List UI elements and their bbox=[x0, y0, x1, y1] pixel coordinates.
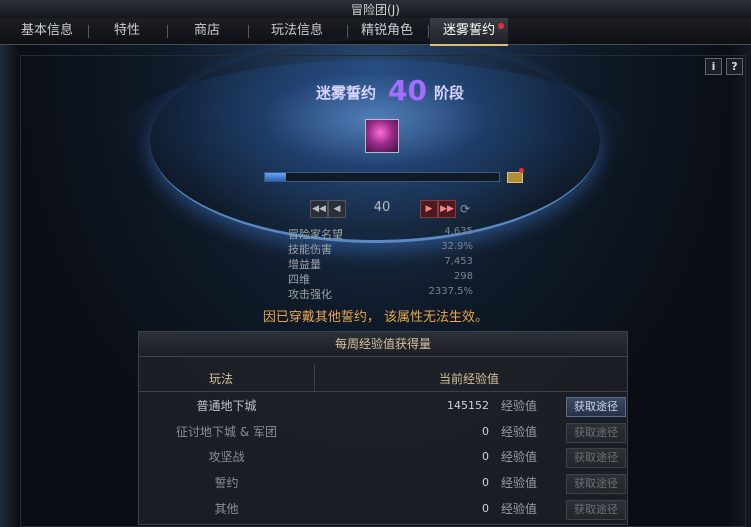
exp-unit: 经验值 bbox=[501, 425, 538, 439]
obtain-route-button[interactable]: 获取途径 bbox=[566, 423, 626, 443]
tab-mist-oath[interactable]: 迷雾誓约 bbox=[430, 18, 508, 46]
exp-unit: 经验值 bbox=[501, 476, 538, 490]
stage-label: 阶段 bbox=[434, 84, 465, 102]
oath-stage-heading: 迷雾誓约 40 阶段 bbox=[300, 74, 480, 108]
exp-value: 0 bbox=[482, 425, 489, 438]
oath-stats: 冒险家名望 4,635 技能伤害 32.9% 增益量 7,453 四维 298 … bbox=[288, 226, 473, 301]
header-divider bbox=[314, 364, 315, 392]
stat-name: 四维 bbox=[288, 273, 310, 286]
tab-traits[interactable]: 特性 bbox=[89, 18, 165, 44]
stat-value: 7,453 bbox=[444, 256, 473, 267]
window-title: 冒险团(J) bbox=[351, 3, 400, 17]
reward-chest-icon[interactable] bbox=[507, 168, 524, 183]
mode-name: 征讨地下城 & 军团 bbox=[176, 425, 277, 439]
table-row: 誓约 0 经验值 获取途径 bbox=[139, 471, 627, 495]
stat-row: 四维 298 bbox=[288, 271, 473, 286]
stat-value: 2337.5% bbox=[428, 286, 474, 297]
left-edge bbox=[0, 45, 18, 527]
info-icon[interactable]: i bbox=[705, 58, 722, 75]
obtain-route-button[interactable]: 获取途径 bbox=[566, 474, 626, 494]
obtain-route-button[interactable]: 获取途径 bbox=[566, 397, 626, 417]
stat-name: 攻击强化 bbox=[288, 288, 332, 301]
next-page-icon[interactable]: ▶ bbox=[420, 200, 438, 218]
adventure-team-window: 冒险团(J) 基本信息 特性 商店 玩法信息 精锐角色 迷雾誓约 i ? 迷雾誓… bbox=[0, 0, 751, 527]
last-page-icon[interactable]: ▶▶ bbox=[438, 200, 456, 218]
tab-shop[interactable]: 商店 bbox=[168, 18, 246, 44]
mode-name: 其他 bbox=[214, 502, 239, 516]
exp-value: 0 bbox=[482, 502, 489, 515]
weekly-exp-panel: 每周经验值获得量 玩法 当前经验值 普通地下城 145152 经验值 获取途径 … bbox=[138, 331, 628, 525]
prev-page-icon[interactable]: ◀ bbox=[328, 200, 346, 218]
stat-row: 冒险家名望 4,635 bbox=[288, 226, 473, 241]
stat-row: 技能伤害 32.9% bbox=[288, 241, 473, 256]
stat-value: 4,635 bbox=[444, 226, 473, 237]
header-underline bbox=[139, 391, 627, 392]
inactive-warning: 因已穿戴其他誓约， 该属性无法生效。 bbox=[262, 310, 489, 325]
exp-unit: 经验值 bbox=[501, 399, 538, 413]
help-icon[interactable]: ? bbox=[726, 58, 743, 75]
tab-mist-oath-label: 迷雾誓约 bbox=[442, 23, 495, 38]
panel-title: 每周经验值获得量 bbox=[139, 332, 627, 357]
obtain-route-button[interactable]: 获取途径 bbox=[566, 448, 626, 468]
exp-unit: 经验值 bbox=[501, 502, 538, 516]
tab-basic-info[interactable]: 基本信息 bbox=[8, 18, 86, 44]
stat-name: 技能伤害 bbox=[288, 243, 332, 256]
exp-value: 145152 bbox=[447, 399, 489, 412]
oath-level: 40 bbox=[388, 74, 427, 107]
table-row: 普通地下城 145152 经验值 获取途径 bbox=[139, 394, 627, 418]
stat-name: 冒险家名望 bbox=[288, 228, 343, 241]
mode-name: 普通地下城 bbox=[196, 399, 257, 413]
chest-body bbox=[507, 172, 523, 183]
exp-unit: 经验值 bbox=[501, 450, 538, 464]
stat-name: 增益量 bbox=[288, 258, 321, 271]
stat-row: 攻击强化 2337.5% bbox=[288, 286, 473, 301]
stat-value: 32.9% bbox=[441, 241, 473, 252]
tab-divider bbox=[428, 25, 429, 38]
page-number: 40 bbox=[373, 200, 391, 215]
mode-name: 誓约 bbox=[214, 476, 239, 490]
refresh-icon[interactable]: ⟳ bbox=[460, 202, 470, 216]
column-header-mode: 玩法 bbox=[209, 372, 234, 386]
column-header-exp: 当前经验值 bbox=[439, 372, 500, 386]
first-page-icon[interactable]: ◀◀ bbox=[310, 200, 328, 218]
notification-dot bbox=[498, 23, 504, 29]
title-bar[interactable]: 冒险团(J) bbox=[0, 0, 751, 19]
chest-badge bbox=[519, 168, 524, 173]
oath-item-icon[interactable] bbox=[365, 119, 399, 153]
exp-value: 0 bbox=[482, 450, 489, 463]
oath-progress-bar bbox=[264, 172, 500, 182]
oath-title: 迷雾誓约 bbox=[316, 84, 377, 102]
progress-fill bbox=[265, 173, 287, 181]
obtain-route-button[interactable]: 获取途径 bbox=[566, 500, 626, 520]
table-row: 征讨地下城 & 军团 0 经验值 获取途径 bbox=[139, 420, 627, 444]
mode-name: 攻坚战 bbox=[208, 450, 245, 464]
exp-value: 0 bbox=[482, 476, 489, 489]
table-row: 攻坚战 0 经验值 获取途径 bbox=[139, 445, 627, 469]
stat-value: 298 bbox=[453, 271, 473, 282]
table-row: 其他 0 经验值 获取途径 bbox=[139, 497, 627, 521]
tab-gameplay-info[interactable]: 玩法信息 bbox=[249, 18, 345, 44]
stat-row: 增益量 7,453 bbox=[288, 256, 473, 271]
